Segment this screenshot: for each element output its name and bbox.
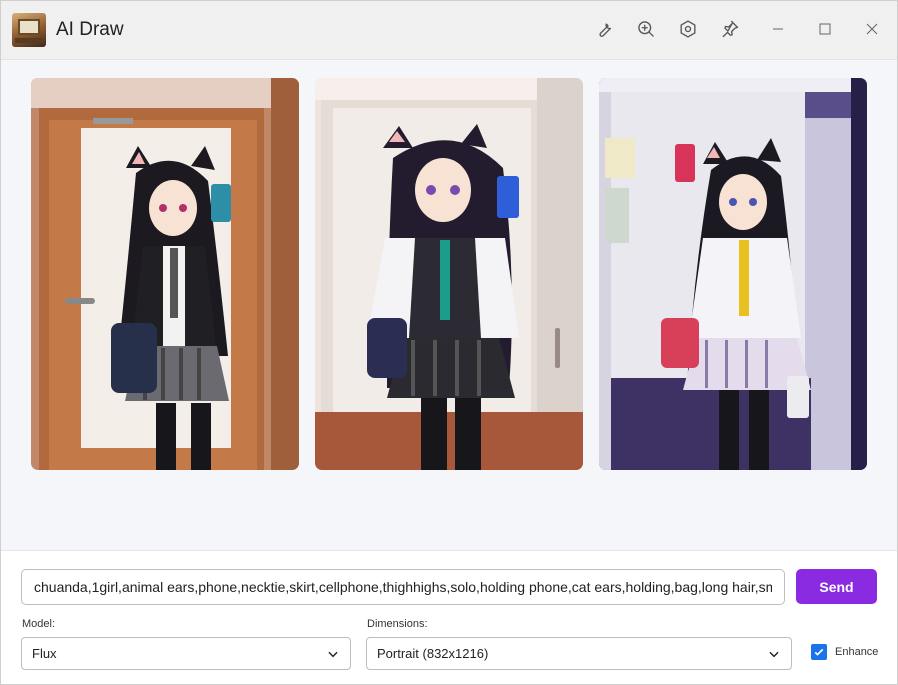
pin-icon[interactable] [718, 17, 742, 41]
prompt-input[interactable] [21, 569, 785, 605]
model-select[interactable]: Flux [21, 637, 351, 670]
chevron-down-icon [328, 651, 338, 657]
dimensions-select-value: Portrait (832x1216) [377, 646, 489, 661]
app-window: AI Draw chuanda,1girl,animal ears,phone,… [0, 0, 898, 685]
wrench-icon[interactable] [592, 17, 616, 41]
checkmark-icon [814, 648, 824, 656]
minimize-icon[interactable] [766, 17, 790, 41]
enhance-checkbox[interactable] [811, 644, 827, 660]
dimensions-select[interactable]: Portrait (832x1216) [366, 637, 792, 670]
chevron-down-icon [769, 651, 779, 657]
zoom-in-icon[interactable] [634, 17, 658, 41]
model-select-value: Flux [32, 646, 57, 661]
app-icon [12, 13, 46, 47]
settings-icon[interactable] [676, 17, 700, 41]
title-bar: AI Draw [1, 1, 897, 60]
generated-image[interactable] [599, 78, 867, 470]
model-label: Model: [22, 618, 56, 630]
close-icon[interactable] [860, 17, 884, 41]
dimensions-label: Dimensions: [367, 618, 428, 630]
generated-image[interactable] [31, 78, 299, 470]
image-gallery [1, 60, 897, 550]
enhance-label: Enhance [835, 646, 879, 658]
generated-image[interactable] [315, 78, 583, 470]
send-button[interactable]: Send [796, 569, 877, 604]
control-panel: Send Model: Flux Dimensions: Portrait (8… [1, 550, 897, 684]
app-title: AI Draw [56, 19, 124, 40]
maximize-icon[interactable] [813, 17, 837, 41]
